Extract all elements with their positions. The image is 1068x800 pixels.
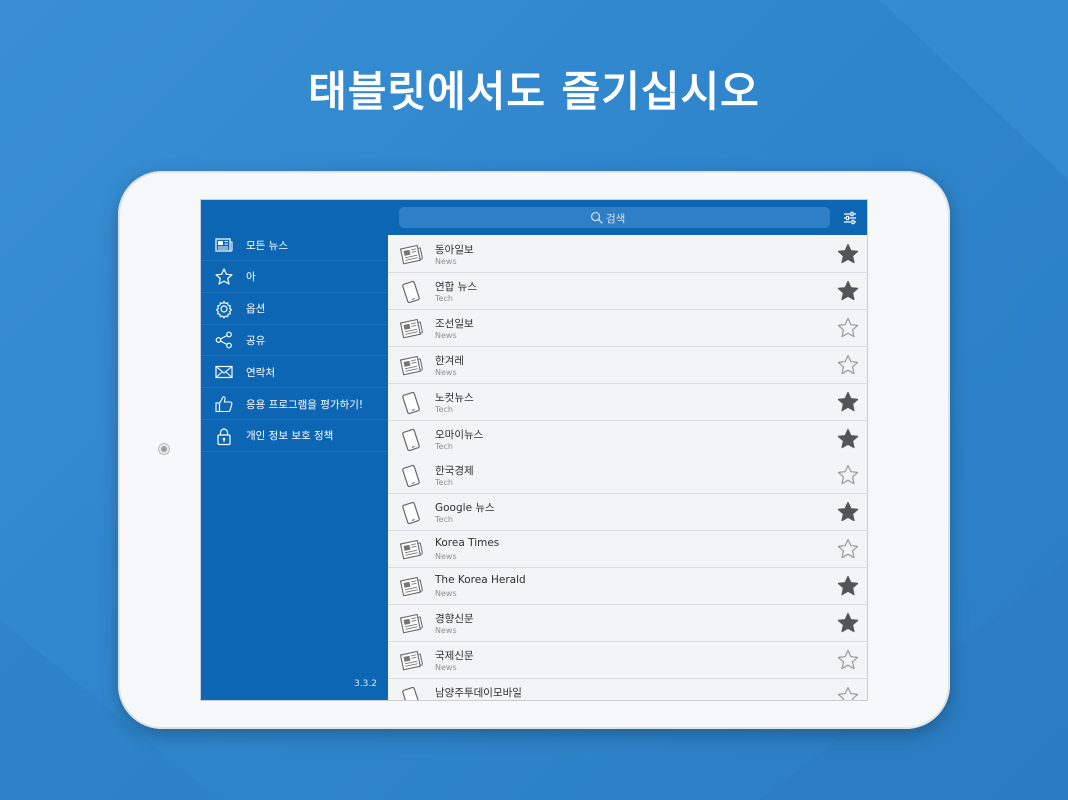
list-item[interactable]: 한겨레 News	[388, 346, 867, 384]
source-category: Tech	[435, 441, 453, 451]
page-headline: 태블릿에서도 즐기십시오	[308, 67, 760, 116]
source-category: News	[435, 330, 457, 340]
newspaper-icon	[399, 650, 423, 671]
source-title: 한국경제	[435, 465, 474, 478]
list-item[interactable]: 조선일보 News	[388, 309, 867, 347]
newspaper-icon	[399, 613, 423, 634]
source-title: 노컷뉴스	[435, 391, 474, 404]
source-category: News	[435, 626, 457, 635]
source-category: News	[435, 367, 457, 377]
list-item[interactable]: 국제신문 News	[388, 641, 867, 679]
sidebar-item-label: 개인 정보 보호 정책	[246, 430, 334, 443]
list-item[interactable]: 경향신문 News	[388, 605, 867, 642]
list-item[interactable]: 남양주투데이모바일Tech	[388, 678, 867, 700]
sidebar-item-label: 공유	[246, 334, 266, 347]
source-title: 국제신문	[435, 649, 474, 662]
sidebar-item-1[interactable]: 아	[201, 262, 388, 293]
sidebar: 모든 뉴스아옵션공유연락처응용 프로그램을 평가하기! 개인 정보 보호 정책 3.…	[201, 200, 388, 700]
star-outline-icon[interactable]	[836, 353, 860, 377]
star-filled-icon[interactable]	[836, 242, 860, 266]
source-category: News	[435, 257, 457, 266]
list-item[interactable]: 동아일보 News	[388, 236, 867, 273]
sidebar-item-label: 모든 뉴스	[246, 239, 288, 252]
sidebar-item-label: 응용 프로그램을 평가하기!	[246, 398, 364, 411]
list-item[interactable]: 오마이뉴스 Tech	[388, 420, 867, 458]
lock-icon	[217, 428, 231, 445]
newspaper-icon	[399, 244, 423, 265]
app-version: 3.3.2	[354, 679, 377, 689]
share-icon	[215, 331, 232, 349]
star-outline-icon[interactable]	[836, 648, 860, 672]
tablet-icon	[402, 280, 420, 303]
source-title: The Korea Herald	[435, 574, 526, 587]
filter-sliders-icon[interactable]	[842, 210, 858, 226]
newspaper-icon	[399, 540, 423, 560]
list-item[interactable]: 한국경제 Tech	[388, 457, 867, 495]
source-title: 오마이뉴스	[435, 428, 484, 441]
list-item[interactable]: 노컷뉴스 Tech	[388, 383, 867, 421]
source-category: Tech	[435, 404, 453, 414]
source-category: Tech	[435, 478, 453, 488]
list-item[interactable]: 연합 뉴스 Tech	[388, 272, 867, 310]
star-filled-icon[interactable]	[836, 279, 860, 303]
tablet-icon	[402, 391, 420, 414]
star-outline-icon[interactable]	[836, 537, 860, 561]
tablet-home-button	[158, 443, 170, 455]
sidebar-item-4[interactable]: 연락처	[201, 357, 388, 389]
sidebar-item-label: 아	[246, 271, 256, 284]
sidebar-item-5[interactable]: 응용 프로그램을 평가하기!	[201, 389, 388, 420]
source-title: 연합 뉴스	[435, 280, 477, 293]
source-category: Tech	[435, 293, 453, 303]
news-source-list: 동아일보 News 연합 뉴스 Tech 조선일보 News 한겨레 News 노컷뉴스 Tech…	[388, 236, 867, 700]
search-input[interactable]	[399, 207, 830, 228]
app-screen: 모든 뉴스아옵션공유연락처응용 프로그램을 평가하기! 개인 정보 보호 정책 3.…	[201, 200, 867, 700]
source-title: Korea Times	[435, 537, 500, 550]
source-title: 경향신문	[435, 613, 474, 625]
star-filled-icon[interactable]	[836, 574, 860, 598]
star-icon	[215, 268, 233, 285]
star-outline-icon[interactable]	[836, 685, 860, 700]
tablet-icon	[402, 428, 420, 451]
list-item[interactable]: Google 뉴스 Tech	[388, 494, 867, 532]
list-item[interactable]: Korea Times News	[388, 531, 867, 569]
tablet-icon	[402, 502, 420, 525]
source-title: Google 뉴스	[435, 502, 495, 515]
source-title: 조선일보	[435, 317, 474, 330]
newspaper-icon	[399, 355, 423, 376]
gear-icon	[215, 300, 233, 319]
mail-icon	[215, 366, 233, 379]
newspaper-icon	[215, 238, 233, 252]
sidebar-item-2[interactable]: 옵션	[201, 294, 388, 325]
source-title: 한겨레	[435, 354, 464, 367]
star-filled-icon[interactable]	[836, 500, 860, 524]
newspaper-icon	[399, 576, 423, 597]
source-title: 동아일보	[435, 244, 474, 256]
star-outline-icon[interactable]	[836, 316, 860, 340]
main-panel: 검색 동아일보 News 연합 뉴스 Tech 조선일보 News 한겨레 News 노컷뉴스 T…	[388, 200, 867, 700]
source-category: Tech	[435, 515, 453, 525]
tablet-icon	[402, 465, 420, 488]
source-category: News	[435, 589, 457, 599]
list-item[interactable]: The Korea Herald News	[388, 568, 867, 606]
sidebar-item-label: 옵션	[246, 303, 266, 316]
newspaper-icon	[399, 318, 423, 339]
star-filled-icon[interactable]	[836, 390, 860, 414]
source-category: News	[435, 552, 457, 562]
sidebar-item-0[interactable]: 모든 뉴스	[201, 230, 388, 261]
top-bar: 검색	[388, 200, 867, 235]
tablet-icon	[402, 686, 420, 700]
source-category: News	[435, 662, 457, 672]
star-outline-icon[interactable]	[836, 463, 860, 487]
star-filled-icon[interactable]	[836, 427, 860, 451]
thumbs-up-icon	[215, 396, 233, 413]
star-filled-icon[interactable]	[836, 611, 860, 635]
sidebar-item-3[interactable]: 공유	[201, 325, 388, 357]
source-title: 남양주투데이모바일	[435, 686, 522, 699]
sidebar-item-6[interactable]: 개인 정보 보호 정책	[201, 421, 388, 452]
sidebar-item-label: 연락처	[246, 366, 275, 379]
